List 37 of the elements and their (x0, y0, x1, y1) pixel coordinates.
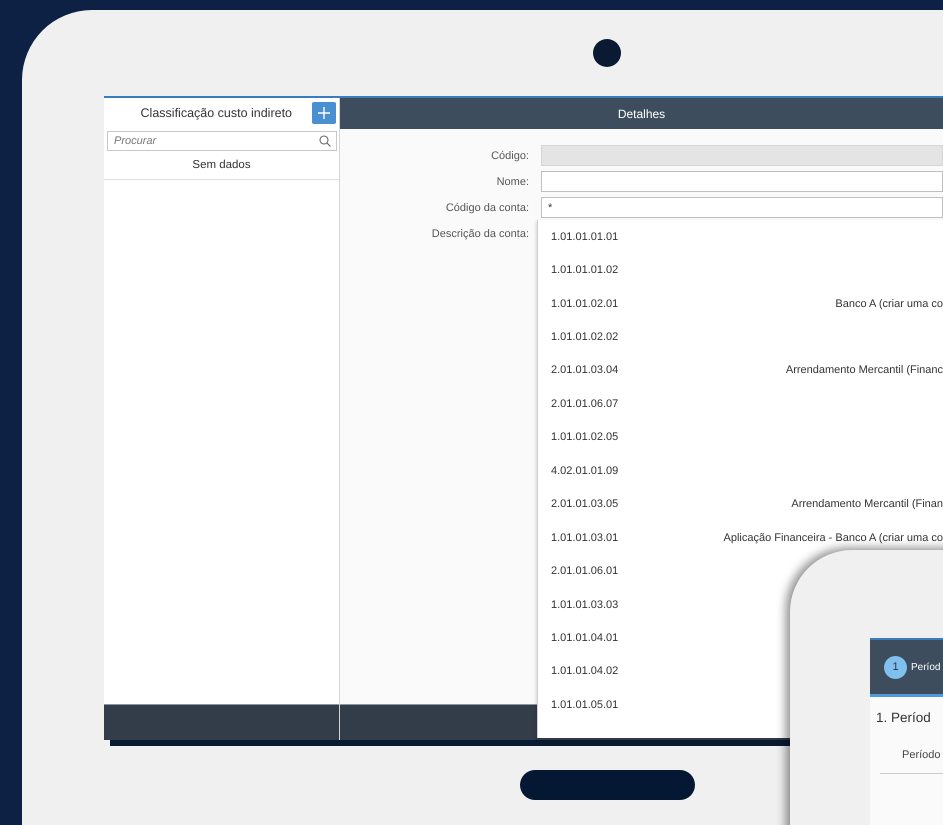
details-header: Detalhes (340, 98, 943, 129)
account-code[interactable]: 1.01.01.05.01 (551, 698, 618, 711)
account-code[interactable]: 1.01.01.04.02 (551, 665, 618, 678)
account-code[interactable]: 1.01.01.01.02 (551, 264, 618, 276)
account-code[interactable]: 1.01.01.02.05 (551, 431, 618, 444)
field-label: Período (880, 725, 943, 774)
account-code[interactable]: 1.01.01.02.02 (551, 331, 618, 344)
account-code[interactable]: 1.01.01.03.03 (551, 598, 618, 611)
account-description[interactable]: Banco A (criar uma co (835, 298, 943, 310)
plus-icon (318, 107, 330, 119)
add-button[interactable] (312, 102, 336, 124)
section-heading: 1. Períod (875, 709, 932, 725)
step-label[interactable]: Períod (911, 662, 940, 672)
field-label: Descrição da conta: (430, 228, 529, 240)
account-code[interactable]: 1.01.01.04.01 (551, 632, 618, 644)
account-code[interactable]: 2.01.01.03.05 (551, 498, 618, 510)
field-label: Código: (490, 150, 529, 162)
account-code[interactable]: 4.02.01.01.09 (551, 464, 618, 477)
account-description[interactable]: Aplicação Financeira - Banco A (criar uma co (724, 532, 943, 544)
field-label: Código da conta: (444, 202, 529, 214)
camera-dot (593, 39, 621, 67)
input-field[interactable] (541, 171, 943, 192)
search-icon[interactable] (319, 135, 331, 147)
input-field[interactable]: * (541, 197, 943, 218)
search-field[interactable]: Procurar (107, 131, 337, 151)
account-code[interactable]: 1.01.01.02.01 (551, 298, 618, 310)
empty-message: Sem dados (104, 151, 339, 180)
field-label: Nome: (496, 176, 529, 188)
step-number[interactable]: 1 (884, 656, 907, 678)
account-code[interactable]: 2.01.01.06.01 (551, 565, 618, 578)
account-code[interactable]: 2.01.01.06.07 (551, 398, 618, 410)
account-code[interactable]: 2.01.01.03.04 (551, 364, 618, 376)
account-code[interactable]: 1.01.01.01.01 (551, 230, 618, 243)
panel-title: Classificação custo indireto (140, 106, 292, 120)
account-description[interactable]: Arrendamento Mercantil (Financ (786, 364, 943, 376)
account-description[interactable]: Arrendamento Mercantil (Finan (791, 498, 943, 510)
account-code[interactable]: 1.01.01.03.01 (551, 532, 618, 544)
